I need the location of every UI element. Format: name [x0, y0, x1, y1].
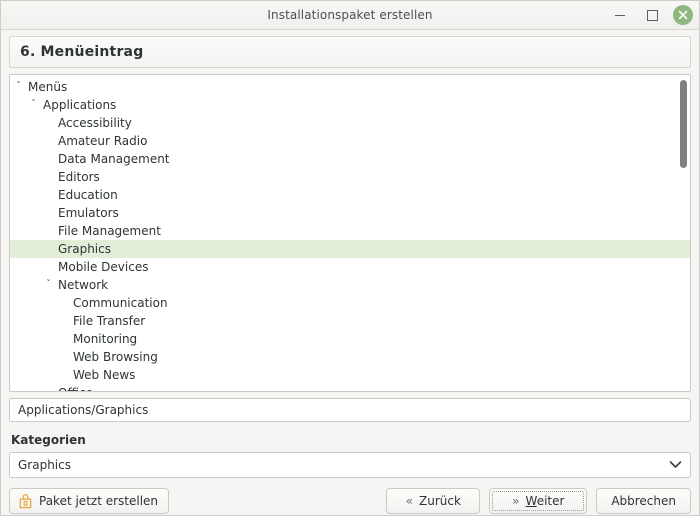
tree-item-label: Emulators: [58, 205, 119, 220]
tree-item-label: Office: [58, 384, 93, 391]
tree-item-label: Monitoring: [73, 331, 138, 346]
tree-item-label: File Management: [58, 223, 161, 238]
cancel-button[interactable]: Abbrechen: [596, 488, 691, 515]
page-title: 6. Menüeintrag: [20, 43, 144, 60]
tree-item-label: Web Browsing: [73, 349, 158, 364]
tree-item-label: Graphics: [58, 241, 111, 256]
close-button[interactable]: [673, 5, 693, 25]
tree-scrollbar[interactable]: [679, 78, 688, 388]
tree-item-accessibility[interactable]: Accessibility: [10, 114, 690, 132]
tree-item-editors[interactable]: Editors: [10, 168, 690, 186]
tree-item-amateur-radio[interactable]: Amateur Radio: [10, 132, 690, 150]
tree-item-office[interactable]: Office: [10, 384, 690, 391]
back-label: Zurück: [419, 494, 461, 509]
chevron-down-icon[interactable]: ˇ: [16, 78, 28, 96]
create-package-button[interactable]: Paket jetzt erstellen: [9, 488, 170, 515]
maximize-button[interactable]: [641, 4, 663, 26]
cancel-label: Abbrechen: [611, 494, 676, 509]
tree-item-file-transfer[interactable]: File Transfer: [10, 312, 690, 330]
create-package-label: Paket jetzt erstellen: [39, 494, 159, 509]
tree-item-label: Education: [58, 187, 118, 202]
categories-dropdown[interactable]: Graphics: [9, 451, 691, 479]
back-button[interactable]: « Zurück: [386, 488, 481, 515]
tree-item-file-management[interactable]: File Management: [10, 222, 690, 240]
next-arrow-icon: »: [512, 494, 519, 509]
tree-item-label: File Transfer: [73, 313, 146, 328]
action-bar: Paket jetzt erstellen « Zurück » Weiter …: [9, 487, 691, 515]
tree-item-web-browsing[interactable]: Web Browsing: [10, 348, 690, 366]
tree-item-label: Applications: [43, 97, 117, 112]
step-header: 6. Menüeintrag: [9, 36, 691, 68]
tree-item-label: Data Management: [58, 151, 170, 166]
menu-tree[interactable]: ˇ Menüs ˇ Applications Accessibility Amateur …: [10, 75, 690, 391]
tree-item-label: Web News: [73, 367, 136, 382]
titlebar[interactable]: Installationspaket erstellen: [1, 1, 699, 30]
tree-item-label: Menüs: [28, 79, 68, 94]
categories-label: Kategorien: [11, 432, 86, 447]
maximize-icon: [646, 9, 658, 21]
wizard-nav-group: « Zurück » Weiter Abbrechen: [386, 488, 691, 515]
window-controls: [609, 1, 693, 29]
tree-item-label: Mobile Devices: [58, 259, 149, 274]
tree-item-applications[interactable]: ˇ Applications: [10, 96, 690, 114]
minimize-button[interactable]: [609, 4, 631, 26]
minimize-icon: [615, 14, 625, 16]
package-icon: [19, 493, 32, 508]
tree-item-label: Network: [58, 277, 109, 292]
categories-selected-value: Graphics: [18, 457, 71, 472]
selected-path-field[interactable]: Applications/Graphics: [9, 397, 691, 422]
tree-item-data-management[interactable]: Data Management: [10, 150, 690, 168]
tree-item-men-s[interactable]: ˇ Menüs: [10, 78, 690, 96]
tree-item-communication[interactable]: Communication: [10, 294, 690, 312]
tree-item-monitoring[interactable]: Monitoring: [10, 330, 690, 348]
chevron-down-icon: [669, 461, 682, 469]
tree-item-mobile-devices[interactable]: Mobile Devices: [10, 258, 690, 276]
window-title: Installationspaket erstellen: [267, 8, 433, 22]
close-icon: [678, 10, 688, 20]
menu-tree-frame: ˇ Menüs ˇ Applications Accessibility Amateur …: [9, 73, 691, 392]
selected-path-value: Applications/Graphics: [18, 402, 149, 417]
chevron-down-icon[interactable]: ˇ: [31, 96, 43, 114]
back-arrow-icon: «: [405, 494, 413, 509]
next-label: Weiter: [525, 494, 565, 509]
tree-item-label: Editors: [58, 169, 100, 184]
tree-item-network[interactable]: ˇ Network: [10, 276, 690, 294]
tree-item-web-news[interactable]: Web News: [10, 366, 690, 384]
tree-item-label: Accessibility: [58, 115, 132, 130]
tree-item-graphics[interactable]: Graphics: [10, 239, 690, 258]
tree-item-label: Amateur Radio: [58, 133, 148, 148]
next-button[interactable]: » Weiter: [489, 488, 588, 515]
chevron-down-icon[interactable]: ˇ: [46, 276, 58, 294]
tree-item-emulators[interactable]: Emulators: [10, 204, 690, 222]
tree-item-label: Communication: [73, 295, 168, 310]
tree-scrollbar-thumb[interactable]: [680, 79, 687, 168]
dialog-window: Installationspaket erstellen 6. Menüeint…: [0, 0, 700, 516]
tree-item-education[interactable]: Education: [10, 186, 690, 204]
